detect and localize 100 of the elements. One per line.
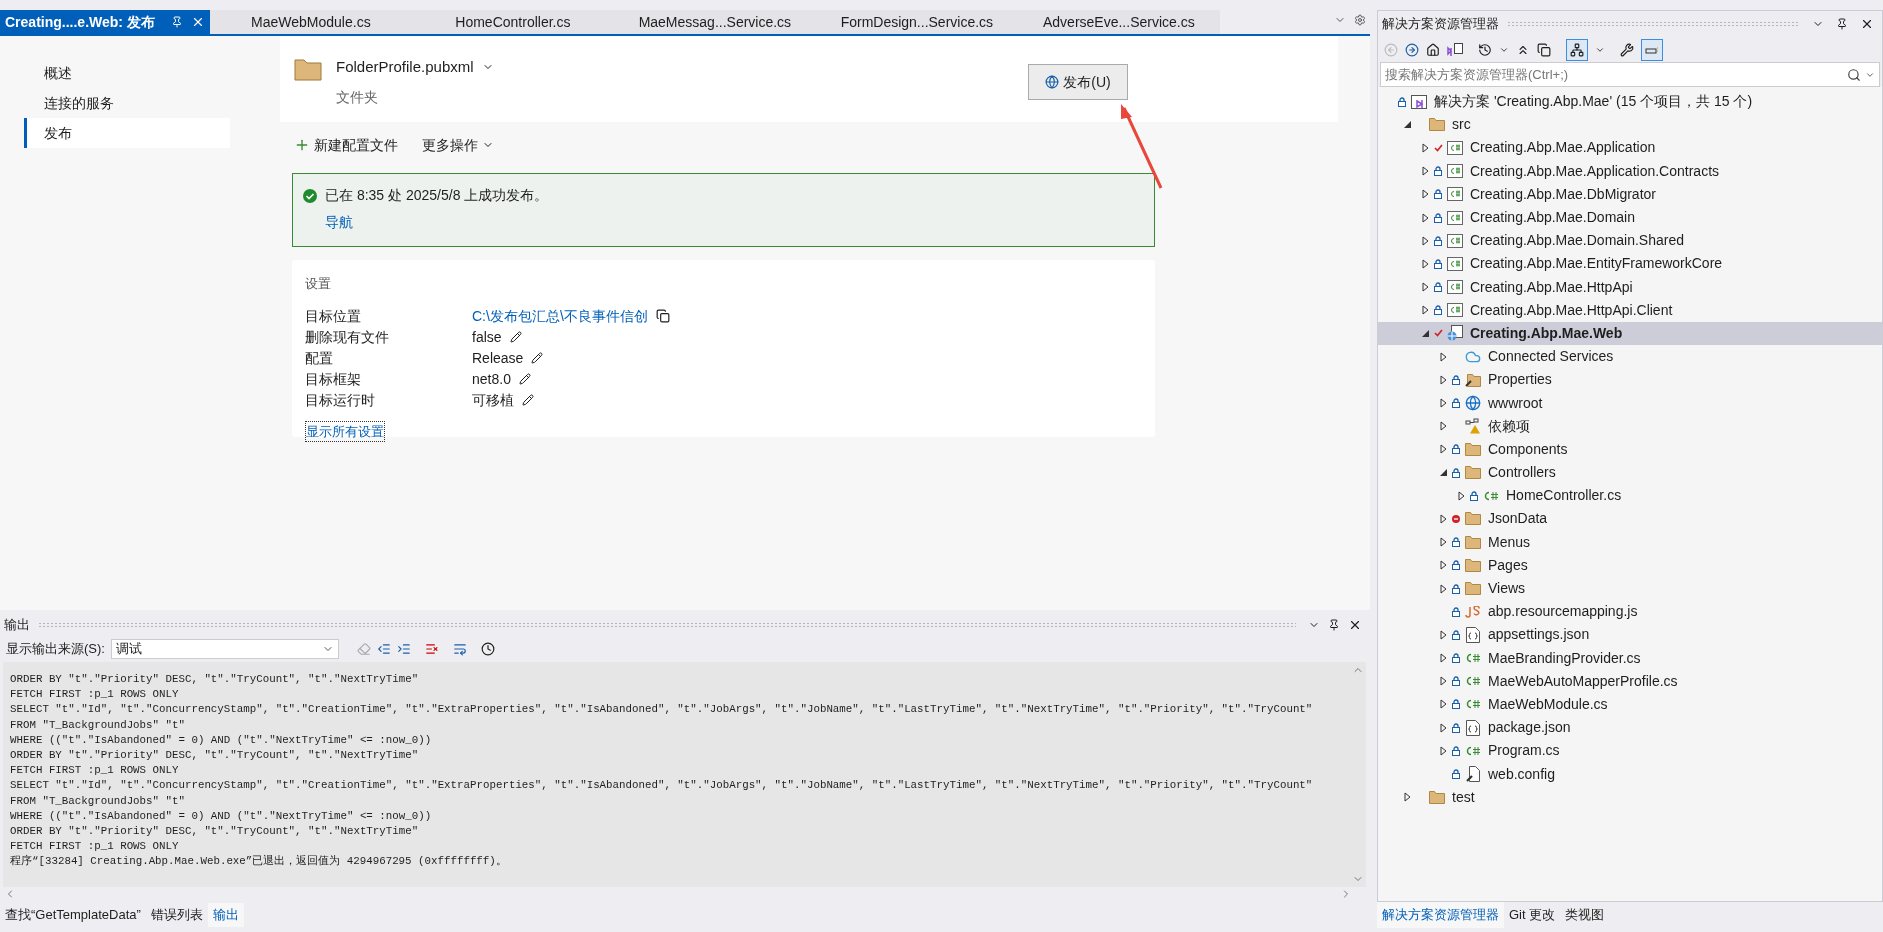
collapse-arrow-icon[interactable] [1421,329,1429,337]
expand-arrow-icon[interactable] [1439,653,1447,664]
expand-arrow-icon[interactable] [1421,258,1429,269]
next-icon[interactable] [396,642,411,656]
show-all-settings-link[interactable]: 显示所有设置 [305,420,385,442]
tree-item[interactable]: Components [1378,437,1882,461]
tree-item[interactable]: web.config [1378,762,1882,786]
expand-arrow-icon[interactable] [1421,166,1429,177]
tree-item[interactable]: Creating.Abp.Mae.HttpApi [1378,275,1882,299]
tree-item[interactable]: JsonData [1378,507,1882,531]
tree-item[interactable]: Creating.Abp.Mae.Domain [1378,205,1882,230]
nav-item[interactable]: 连接的服务 [24,88,230,118]
expand-arrow-icon[interactable] [1421,212,1429,223]
expand-arrow-icon[interactable] [1439,560,1447,571]
tree-item[interactable]: Creating.Abp.Mae.HttpApi.Client [1378,298,1882,322]
expand-arrow-icon[interactable] [1457,490,1465,501]
tree-item[interactable]: Creating.Abp.Mae.Web [1378,321,1882,346]
tree-item[interactable]: HomeController.cs [1378,484,1882,508]
edit-icon[interactable] [509,331,522,343]
history-icon[interactable] [1478,42,1492,57]
document-tab[interactable]: Creating....e.Web: 发布 [0,10,210,34]
edit-icon[interactable] [522,394,534,406]
expand-arrow-icon[interactable] [1421,282,1429,293]
document-tab[interactable]: AdverseEve...Service.cs [1017,10,1220,34]
publish-button[interactable]: 发布(U) [1028,64,1128,100]
panel-tab[interactable]: 输出 [207,903,244,927]
expand-arrow-icon[interactable] [1421,235,1429,246]
expand-arrow-icon[interactable] [1403,792,1411,803]
document-tab[interactable]: HomeController.cs [411,10,614,34]
edit-icon[interactable] [531,352,544,364]
navigate-link[interactable]: 导航 [325,212,353,233]
edit-icon[interactable] [518,373,531,385]
close-icon[interactable] [1348,618,1362,632]
collapse-arrow-icon[interactable] [1439,469,1447,477]
tree-item[interactable]: appsettings.json [1378,623,1882,647]
nav-item[interactable]: 发布 [24,118,230,148]
more-actions-menu[interactable]: 更多操作 [422,134,494,156]
tree-item[interactable]: Pages [1378,553,1882,577]
tree-item[interactable]: Menus [1378,530,1882,554]
tree-item[interactable]: Creating.Abp.Mae.Domain.Shared [1378,229,1882,253]
expand-arrow-icon[interactable] [1439,537,1447,548]
profile-dropdown[interactable]: FolderProfile.pubxml [336,56,494,79]
expand-arrow-icon[interactable] [1439,722,1447,733]
tree-item[interactable]: Connected Services [1378,345,1882,369]
panel-tab[interactable]: 错误列表 [145,903,208,927]
expand-arrow-icon[interactable] [1439,699,1447,710]
tree-item[interactable]: Creating.Abp.Mae.EntityFrameworkCore [1378,252,1882,276]
panel-tab[interactable]: 类视图 [1560,902,1610,928]
tree-item[interactable]: package.json [1378,716,1882,740]
nav-item[interactable]: 概述 [24,58,230,88]
source-select[interactable]: 调试 [110,639,339,659]
tree-item[interactable]: src [1378,113,1882,137]
tree-view-toggle[interactable] [1566,38,1588,61]
pin-icon[interactable] [1328,619,1340,631]
tree-item[interactable]: Properties [1378,368,1882,392]
tree-item[interactable]: Creating.Abp.Mae.Application [1378,136,1882,160]
tree-item[interactable]: 依赖项 [1378,414,1882,438]
document-tab[interactable]: MaeMessag...Service.cs [613,10,816,34]
tree-item[interactable]: Program.cs [1378,739,1882,763]
expand-arrow-icon[interactable] [1439,676,1447,687]
previous-icon[interactable] [376,642,391,656]
panel-tab[interactable]: 解决方案资源管理器 [1377,902,1504,928]
pin-icon[interactable] [170,16,183,28]
new-profile-link[interactable]: 新建配置文件 [294,134,398,156]
tree-item[interactable]: MaeWebAutoMapperProfile.cs [1378,669,1882,693]
expand-arrow-icon[interactable] [1439,629,1447,640]
tree-item[interactable]: abp.resourcemapping.js [1378,600,1882,624]
clear-all-icon[interactable] [424,642,439,656]
expand-arrow-icon[interactable] [1439,745,1447,756]
document-tab[interactable]: MaeWebModule.cs [209,10,412,34]
close-icon[interactable] [1860,17,1874,31]
tree-item[interactable]: MaeBrandingProvider.cs [1378,646,1882,670]
expand-arrow-icon[interactable] [1439,583,1447,594]
expand-arrow-icon[interactable] [1439,513,1447,524]
tree-item[interactable]: wwwroot [1378,391,1882,415]
setting-link[interactable]: C:\发布包汇总\不良事件信创 [472,305,648,327]
tree-item[interactable]: 解决方案 'Creating.Abp.Mae' (15 个项目，共 15 个) [1378,90,1882,114]
search-field[interactable]: 搜索解决方案资源管理器(Ctrl+;) [1380,62,1880,87]
switch-views-icon[interactable] [1447,42,1463,57]
expand-arrow-icon[interactable] [1421,142,1429,153]
expand-arrow-icon[interactable] [1439,351,1447,362]
tree-item[interactable]: Views [1378,576,1882,601]
tree-item[interactable]: Controllers [1378,461,1882,485]
collapse-arrow-icon[interactable] [1403,121,1411,129]
expand-arrow-icon[interactable] [1421,305,1429,316]
pin-icon[interactable] [1836,18,1848,30]
tree-item[interactable]: Creating.Abp.Mae.Application.Contracts [1378,159,1882,183]
expand-arrow-icon[interactable] [1439,374,1447,385]
tree-item[interactable]: test [1378,785,1882,809]
preview-toggle[interactable] [1641,38,1663,61]
clock-icon[interactable] [480,642,495,656]
word-wrap-icon[interactable] [452,642,467,656]
copy-icon[interactable] [655,309,670,323]
document-tab[interactable]: FormDesign...Service.cs [815,10,1018,34]
panel-tab[interactable]: 查找“GetTemplateData” [0,903,146,927]
copy-icon[interactable] [1537,42,1551,57]
wrench-icon[interactable] [1620,42,1634,57]
expand-arrow-icon[interactable] [1439,398,1447,409]
tree-item[interactable]: MaeWebModule.cs [1378,692,1882,717]
home-icon[interactable] [1426,42,1440,57]
